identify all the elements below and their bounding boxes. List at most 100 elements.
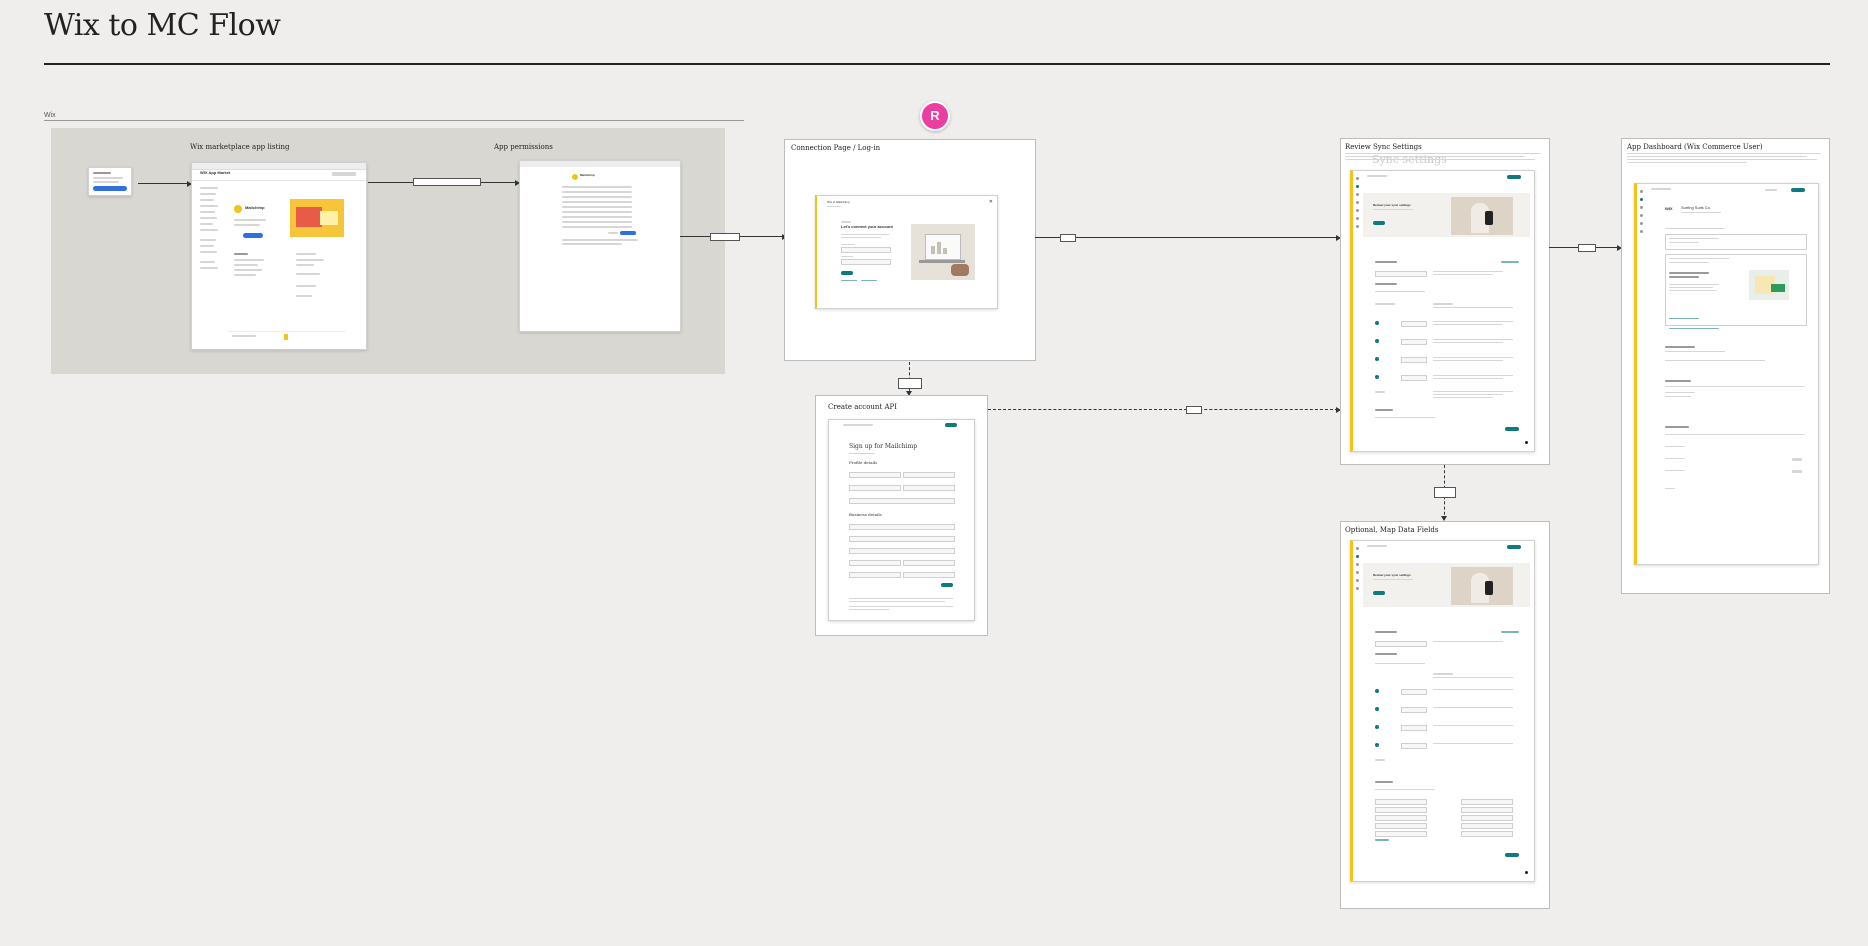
- section-divider: [44, 120, 744, 121]
- website-field[interactable]: [849, 536, 955, 542]
- app-name: Mailchimp: [580, 173, 595, 177]
- marketplace-screen[interactable]: WIX App Market Mailchimp: [191, 162, 367, 350]
- audience-select[interactable]: [1375, 271, 1427, 277]
- sync-toggle[interactable]: [1375, 357, 1379, 361]
- flow-edge: [1035, 237, 1338, 238]
- zip-field[interactable]: [849, 572, 901, 578]
- phone-field[interactable]: [903, 485, 955, 491]
- wix-start-thumbnail[interactable]: [88, 167, 132, 196]
- permissions-screen[interactable]: Mailchimp: [519, 160, 681, 332]
- connection-screen[interactable]: Wix to Mailchimp ✕ Let's connect your ac…: [815, 195, 998, 309]
- add-app-button[interactable]: [243, 233, 263, 238]
- login-button[interactable]: [841, 271, 853, 275]
- sync-toggle[interactable]: [1375, 725, 1379, 729]
- tag-select[interactable]: [1401, 339, 1427, 345]
- country-field[interactable]: [903, 572, 955, 578]
- title-divider: [44, 63, 1830, 65]
- edge-label-box: [898, 378, 922, 389]
- username-field[interactable]: [841, 247, 891, 253]
- tag-select[interactable]: [1401, 357, 1427, 363]
- hero-photo: [1451, 567, 1513, 605]
- window-title: Wix to Mailchimp: [827, 200, 850, 204]
- city-field[interactable]: [849, 560, 901, 566]
- edge-label-box: [1578, 244, 1596, 252]
- field-map-select[interactable]: [1375, 823, 1427, 829]
- sync-toggle[interactable]: [1375, 375, 1379, 379]
- dashboard-screen[interactable]: WIX Surfing Suits Co.: [1634, 183, 1819, 565]
- map-heading: Review your sync settings: [1373, 573, 1411, 577]
- field-map-select[interactable]: [1375, 815, 1427, 821]
- wix-app-market-logo: WIX App Market: [200, 170, 231, 175]
- state-field[interactable]: [903, 560, 955, 566]
- header-button[interactable]: [945, 423, 957, 427]
- flow-edge: [988, 409, 1338, 410]
- sync-settings-screen[interactable]: Review your sync settings: [1350, 170, 1535, 452]
- hero-photo: [1451, 197, 1513, 235]
- app-name: Mailchimp: [245, 205, 265, 210]
- tag-select[interactable]: [1401, 689, 1427, 695]
- sync-toggle[interactable]: [1375, 743, 1379, 747]
- continue-button[interactable]: [1505, 853, 1519, 857]
- business-section-heading: Business details: [849, 512, 882, 517]
- laptop-illustration: [911, 224, 975, 280]
- sync-toggle[interactable]: [1375, 321, 1379, 325]
- frame-label-marketplace: Wix marketplace app listing: [190, 143, 290, 151]
- sync-toggle[interactable]: [1375, 339, 1379, 343]
- field-map-select[interactable]: [1461, 815, 1513, 821]
- frame-label-connection: Connection Page / Log-in: [791, 144, 881, 152]
- header-button[interactable]: [1507, 175, 1521, 179]
- wix-logo: WIX: [1665, 206, 1673, 211]
- tag-select[interactable]: [1401, 375, 1427, 381]
- promo-illustration: [1749, 270, 1789, 300]
- password-field[interactable]: [841, 259, 891, 265]
- signup-submit-button[interactable]: [941, 583, 953, 587]
- field-map-select[interactable]: [1375, 831, 1427, 837]
- tag-select[interactable]: [1401, 725, 1427, 731]
- address-field[interactable]: [849, 548, 955, 554]
- edge-label-box: [1186, 406, 1202, 414]
- business-name-field[interactable]: [849, 524, 955, 530]
- edge-label-box: [413, 178, 481, 186]
- tag-select[interactable]: [1401, 321, 1427, 327]
- field-map-select[interactable]: [1461, 807, 1513, 813]
- frame-label-create-account: Create account API: [828, 403, 898, 411]
- edge-label-box: [1434, 487, 1456, 498]
- agree-button[interactable]: [620, 231, 636, 235]
- first-name-field[interactable]: [849, 472, 901, 478]
- flow-edge: [138, 183, 188, 184]
- username-field[interactable]: [849, 498, 955, 504]
- email-field[interactable]: [849, 485, 901, 491]
- page-title: Wix to MC Flow: [44, 8, 281, 43]
- tag-select[interactable]: [1401, 707, 1427, 713]
- edge-label-box: [710, 233, 740, 241]
- connection-heading: Let's connect your account: [841, 224, 893, 229]
- field-map-select[interactable]: [1461, 799, 1513, 805]
- save-button[interactable]: [1373, 591, 1385, 595]
- continue-button[interactable]: [1505, 427, 1519, 431]
- field-map-select[interactable]: [1375, 807, 1427, 813]
- mailchimp-logo-icon: [234, 205, 242, 213]
- map-fields-screen[interactable]: Review your sync settings: [1350, 540, 1535, 882]
- frame-label-permissions: App permissions: [494, 143, 553, 151]
- collaborator-avatar[interactable]: R: [920, 101, 950, 131]
- field-map-select[interactable]: [1375, 799, 1427, 805]
- edge-label-box: [1060, 234, 1076, 242]
- field-map-select[interactable]: [1461, 823, 1513, 829]
- sync-toggle[interactable]: [1375, 707, 1379, 711]
- frame-label-review-sync: Review Sync Settings: [1345, 143, 1422, 151]
- audience-select[interactable]: [1375, 641, 1427, 647]
- sync-heading: Review your sync settings: [1373, 203, 1411, 207]
- signup-heading: Sign up for Mailchimp: [849, 443, 918, 450]
- signup-screen[interactable]: Sign up for Mailchimp Profile details Bu…: [828, 419, 975, 621]
- header-button[interactable]: [1791, 188, 1805, 192]
- tag-select[interactable]: [1401, 743, 1427, 749]
- frame-label-map-fields: Optional, Map Data Fields: [1345, 526, 1439, 534]
- mailchimp-logo-icon: [572, 174, 578, 180]
- sync-toggle[interactable]: [1375, 689, 1379, 693]
- last-name-field[interactable]: [903, 472, 955, 478]
- header-button[interactable]: [1507, 545, 1521, 549]
- save-button[interactable]: [1373, 221, 1385, 225]
- field-map-select[interactable]: [1461, 831, 1513, 837]
- section-label-wix[interactable]: Wix: [44, 112, 56, 119]
- close-icon[interactable]: ✕: [989, 199, 993, 205]
